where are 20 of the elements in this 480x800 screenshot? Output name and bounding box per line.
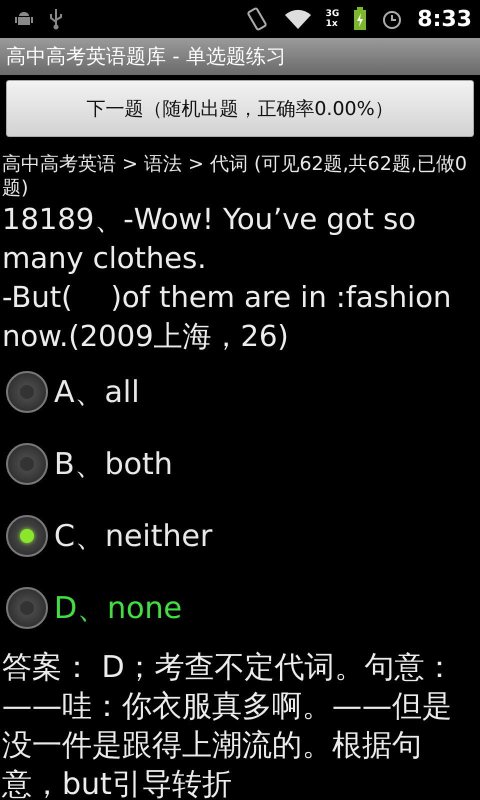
breadcrumb: 高中高考英语 > 语法 > 代词 (可见62题,共62题,已做0题) [1,152,468,200]
radio-button[interactable] [6,587,48,629]
radio-button[interactable] [6,443,48,485]
question-text: -But( )of them are in :fashion now.(2009上海，26) [2,279,452,355]
battery-icon [353,7,368,31]
option-label[interactable]: A、all [54,372,140,412]
wifi-icon [284,8,312,30]
option-label[interactable]: D、none [54,588,182,628]
radio-button[interactable] [6,371,48,413]
answer-text: 答案： D；考查不定代词。句意：——哇：你衣服真多啊。——但是没一件是跟得上潮流的。根据句意，but引导转折 [0,649,456,800]
radio-button[interactable] [6,515,48,557]
question-text: 18189、-Wow! You’ve got so many clothes. [2,201,418,277]
next-question-button[interactable]: 下一题（随机出题，正确率0.00%） [6,80,474,137]
signal-indicator: 3G 1x [326,9,340,29]
alarm-icon [381,8,404,30]
usb-icon [48,8,64,30]
option-label[interactable]: C、neither [54,516,212,556]
window-title: 高中高考英语题库 - 单选题练习 [0,38,480,75]
clock-time: 8:33 [417,6,472,32]
option-label[interactable]: B、both [54,444,173,484]
